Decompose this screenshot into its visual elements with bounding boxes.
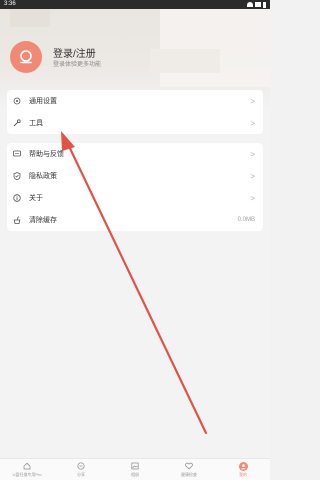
nav-tab-label: 相册 bbox=[131, 471, 139, 477]
heart-icon bbox=[185, 462, 194, 471]
chevron-right-icon: > bbox=[250, 96, 255, 106]
menu-item-about[interactable]: 关于 > bbox=[7, 187, 263, 209]
broom-icon bbox=[12, 216, 21, 225]
bottom-navigation: U盘扫描专用Pro 分享 相册 健康检查 我的 bbox=[0, 458, 270, 480]
nav-tab-label: 我的 bbox=[239, 471, 247, 477]
login-register-link[interactable]: 登录/注册 bbox=[53, 45, 96, 60]
wrench-icon bbox=[12, 119, 21, 128]
home-icon bbox=[23, 462, 32, 471]
chevron-right-icon: > bbox=[250, 193, 255, 203]
wifi-icon bbox=[247, 2, 253, 7]
menu-item-privacy-policy[interactable]: 隐私政策 > bbox=[7, 165, 263, 187]
header-background-shape bbox=[160, 9, 270, 87]
chevron-right-icon: > bbox=[250, 171, 255, 181]
menu-item-clear-cache[interactable]: 清除缓存 0.0MB bbox=[7, 209, 263, 231]
profile-icon bbox=[238, 461, 248, 471]
login-subtitle: 登录体验更多功能 bbox=[53, 62, 102, 68]
header-background-shape bbox=[150, 49, 220, 73]
nav-tab-home[interactable]: U盘扫描专用Pro bbox=[0, 462, 54, 478]
menu-item-help-feedback[interactable]: 帮助与反馈 > bbox=[7, 143, 263, 165]
nav-tab-label: U盘扫描专用Pro bbox=[12, 471, 42, 477]
user-icon bbox=[20, 50, 32, 64]
battery-icon bbox=[263, 1, 266, 8]
nav-tab-health-check[interactable]: 健康检查 bbox=[162, 462, 216, 478]
share-icon bbox=[77, 462, 86, 471]
chevron-right-icon: > bbox=[250, 118, 255, 128]
nav-tab-mine[interactable]: 我的 bbox=[216, 461, 270, 478]
chat-icon bbox=[12, 150, 21, 159]
menu-item-label: 通用设置 bbox=[29, 98, 57, 105]
status-bar: 3:36 bbox=[0, 0, 270, 9]
menu-item-general-settings[interactable]: 通用设置 > bbox=[7, 90, 263, 112]
nav-tab-share[interactable]: 分享 bbox=[54, 462, 108, 478]
signal-icon bbox=[255, 2, 261, 7]
image-icon bbox=[131, 462, 140, 471]
support-card: 帮助与反馈 > 隐私政策 > 关于 > 清除缓存 0.0MB bbox=[7, 143, 263, 231]
menu-item-label: 隐私政策 bbox=[29, 173, 57, 180]
shield-icon bbox=[12, 172, 21, 181]
cache-size: 0.0MB bbox=[237, 217, 255, 223]
nav-tab-label: 健康检查 bbox=[181, 471, 197, 477]
menu-item-label: 清除缓存 bbox=[29, 217, 57, 224]
menu-item-label: 关于 bbox=[29, 195, 43, 202]
header-background-shape bbox=[10, 9, 50, 27]
status-icons bbox=[247, 0, 266, 9]
settings-card: 通用设置 > 工具 > bbox=[7, 90, 263, 134]
chevron-right-icon: > bbox=[250, 149, 255, 159]
gear-icon bbox=[12, 97, 21, 106]
screen: 3:36 登录/注册 登录体验更多功能 通用设置 > 工具 > 帮助与反馈 > … bbox=[0, 0, 270, 480]
menu-item-label: 工具 bbox=[29, 120, 43, 127]
menu-item-tools[interactable]: 工具 > bbox=[7, 112, 263, 134]
avatar[interactable] bbox=[10, 41, 42, 73]
nav-tab-album[interactable]: 相册 bbox=[108, 462, 162, 478]
info-icon bbox=[12, 194, 21, 203]
menu-item-label: 帮助与反馈 bbox=[29, 151, 64, 158]
status-time: 3:36 bbox=[4, 1, 16, 7]
nav-tab-label: 分享 bbox=[77, 471, 85, 477]
